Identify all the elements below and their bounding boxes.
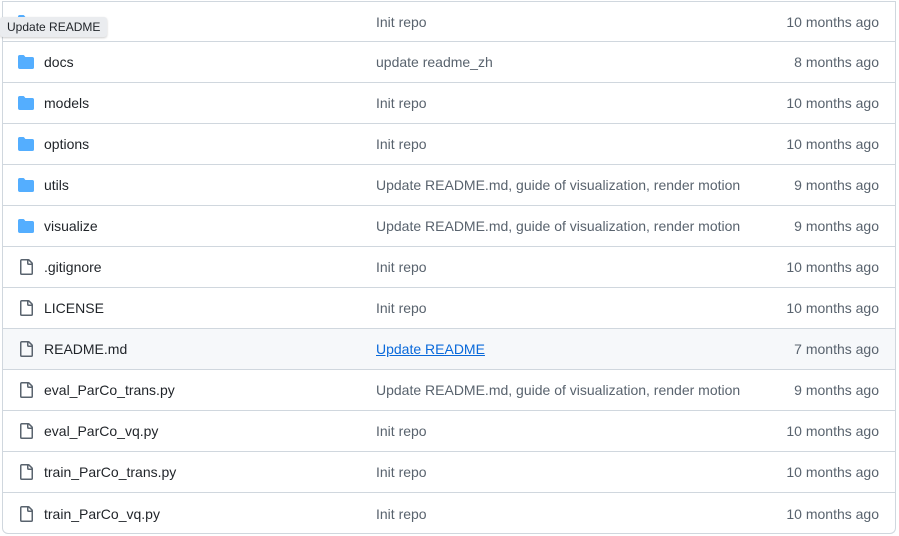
commit-age: 10 months ago <box>786 464 879 480</box>
folder-icon <box>18 54 34 70</box>
folder-icon <box>18 95 34 111</box>
file-link[interactable]: train_ParCo_trans.py <box>44 464 176 480</box>
table-row[interactable]: models Init repo 10 months ago <box>3 83 895 124</box>
folder-link[interactable]: models <box>44 95 89 111</box>
file-icon <box>18 423 34 439</box>
commit-message-link[interactable]: Init repo <box>376 14 427 30</box>
commit-message-link[interactable]: Update README <box>376 341 485 357</box>
folder-icon <box>18 218 34 234</box>
folder-link[interactable]: visualize <box>44 218 98 234</box>
commit-message-link[interactable]: Init repo <box>376 136 427 152</box>
commit-age: 10 months ago <box>786 95 879 111</box>
tooltip: Update README <box>0 17 108 37</box>
commit-age: 8 months ago <box>794 54 879 70</box>
file-link[interactable]: .gitignore <box>44 259 102 275</box>
commit-age: 10 months ago <box>786 13 879 30</box>
commit-age: 9 months ago <box>794 177 879 193</box>
table-row[interactable]: README.md Update README 7 months ago <box>3 329 895 370</box>
table-row[interactable]: options Init repo 10 months ago <box>3 124 895 165</box>
folder-icon <box>18 136 34 152</box>
commit-message-link[interactable]: Update README.md, guide of visualization… <box>376 218 740 234</box>
file-icon <box>18 300 34 316</box>
commit-message-link[interactable]: Update README.md, guide of visualization… <box>376 382 740 398</box>
table-row[interactable]: train_ParCo_vq.py Init repo 10 months ago <box>3 493 895 533</box>
commit-age: 7 months ago <box>794 341 879 357</box>
commit-age: 9 months ago <box>794 218 879 234</box>
table-row[interactable]: eval_ParCo_vq.py Init repo 10 months ago <box>3 411 895 452</box>
commit-age: 10 months ago <box>786 136 879 152</box>
table-row[interactable]: eval_ParCo_trans.py Update README.md, gui… <box>3 370 895 411</box>
commit-message-link[interactable]: Init repo <box>376 423 427 439</box>
table-row[interactable]: train_ParCo_trans.py Init repo 10 months a… <box>3 452 895 493</box>
commit-message-link[interactable]: Init repo <box>376 95 427 111</box>
commit-message-link[interactable]: Init repo <box>376 300 427 316</box>
file-link[interactable]: eval_ParCo_trans.py <box>44 382 175 398</box>
commit-age: 10 months ago <box>786 300 879 316</box>
table-row[interactable]: dataInit repo10 months ago <box>3 1 895 42</box>
file-table: dataInit repo10 months agodocsupdate rea… <box>2 1 896 534</box>
commit-message-link[interactable]: Init repo <box>376 464 427 480</box>
table-row[interactable]: utils Update README.md, guide of visualiz… <box>3 165 895 206</box>
folder-link[interactable]: options <box>44 136 89 152</box>
folder-icon <box>18 177 34 193</box>
file-link[interactable]: LICENSE <box>44 300 104 316</box>
commit-age: 9 months ago <box>794 382 879 398</box>
commit-age: 10 months ago <box>786 423 879 439</box>
table-row[interactable]: docs update readme_zh 8 months ago <box>3 42 895 83</box>
commit-message-link[interactable]: Init repo <box>376 259 427 275</box>
table-row[interactable]: LICENSE Init repo 10 months ago <box>3 288 895 329</box>
folder-link[interactable]: docs <box>44 54 74 70</box>
table-row[interactable]: visualize Update README.md, guide of visu… <box>3 206 895 247</box>
file-icon <box>18 259 34 275</box>
file-icon <box>18 341 34 357</box>
file-icon <box>18 505 34 522</box>
commit-message-link[interactable]: update readme_zh <box>376 54 493 70</box>
table-row[interactable]: .gitignore Init repo 10 months ago <box>3 247 895 288</box>
file-link[interactable]: eval_ParCo_vq.py <box>44 423 158 439</box>
commit-message-link[interactable]: Update README.md, guide of visualization… <box>376 177 740 193</box>
commit-age: 10 months ago <box>786 505 879 522</box>
commit-message-link[interactable]: Init repo <box>376 506 427 522</box>
file-link[interactable]: README.md <box>44 341 127 357</box>
commit-age: 10 months ago <box>786 259 879 275</box>
folder-link[interactable]: utils <box>44 177 69 193</box>
file-icon <box>18 464 34 480</box>
file-link[interactable]: train_ParCo_vq.py <box>44 506 160 522</box>
file-icon <box>18 382 34 398</box>
